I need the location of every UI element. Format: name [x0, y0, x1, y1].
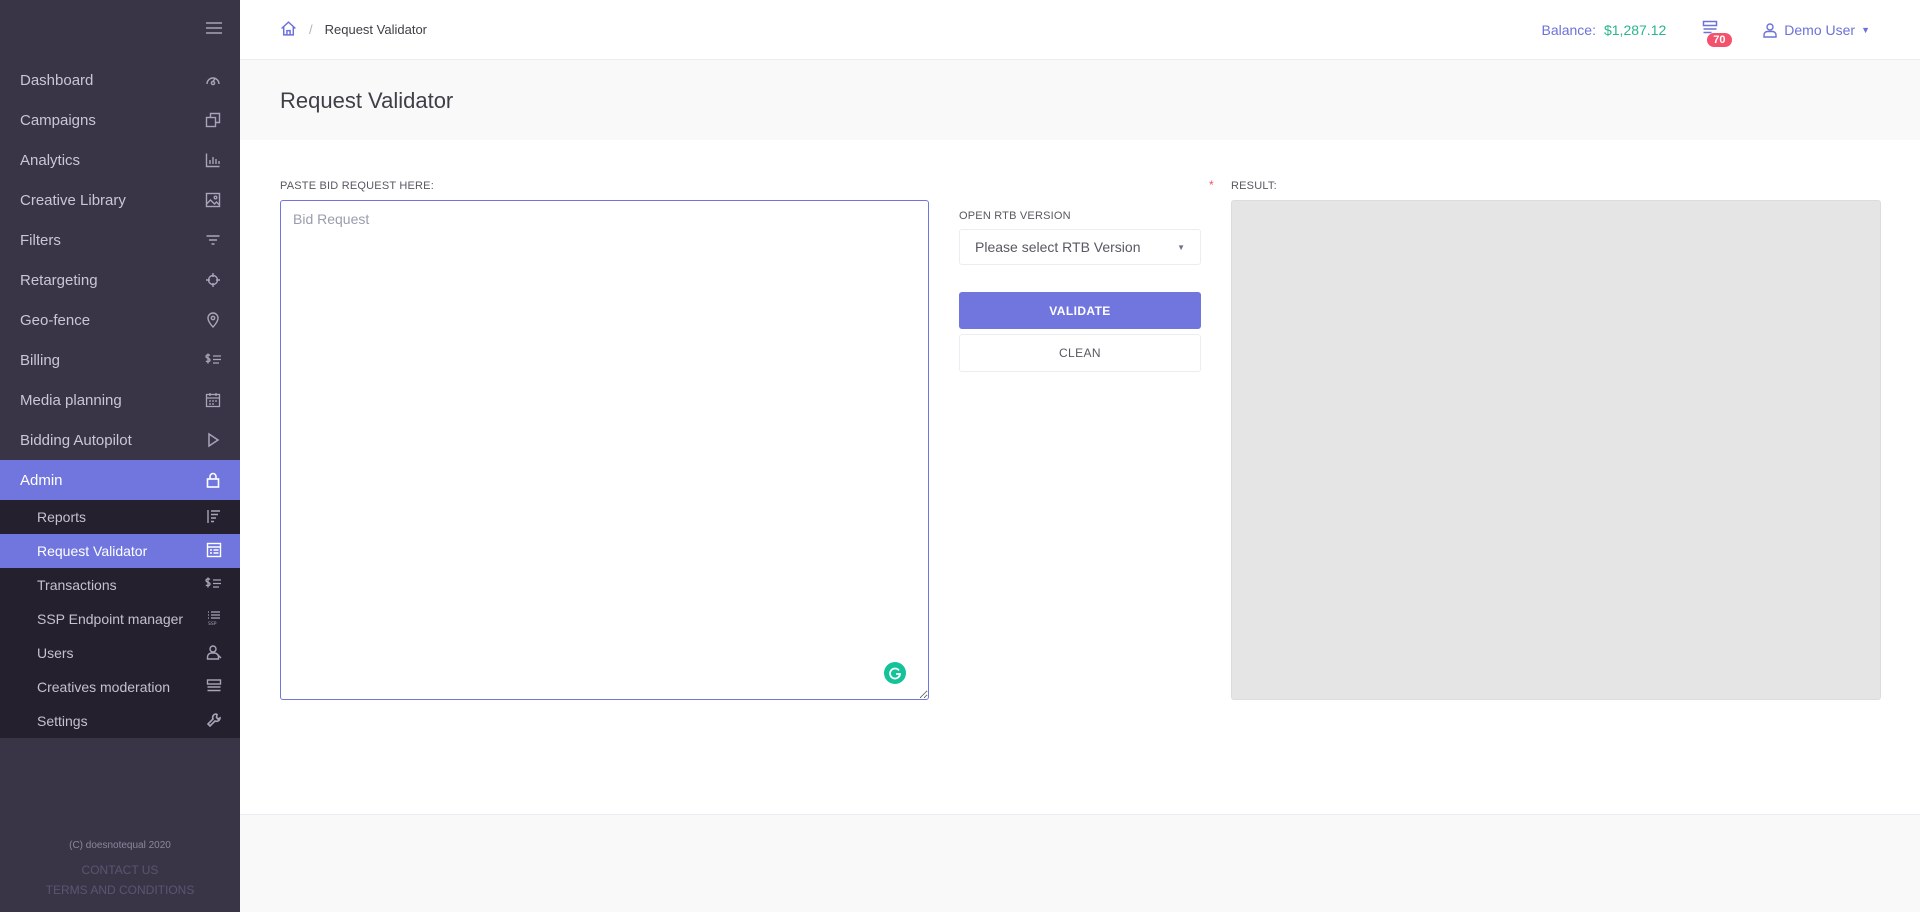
sidebar-item-users[interactable]: Users: [0, 636, 240, 670]
contact-link[interactable]: CONTACT US: [0, 860, 240, 880]
ssp-list-icon: SSP: [206, 610, 222, 629]
analytics-icon: [204, 151, 222, 169]
validate-button[interactable]: VALIDATE: [959, 292, 1201, 329]
sidebar-menu: Dashboard Campaigns Analytics Creative L…: [0, 60, 240, 738]
notification-badge: 70: [1707, 33, 1732, 47]
crosshair-icon: [204, 271, 222, 289]
sidebar-item-retargeting[interactable]: Retargeting: [0, 260, 240, 300]
sidebar-item-settings[interactable]: Settings: [0, 704, 240, 738]
result-output[interactable]: [1231, 200, 1881, 700]
page-footer-area: [240, 815, 1920, 912]
svg-text:SSP: SSP: [208, 621, 217, 626]
validator-panel: PASTE BID REQUEST HERE: * OPEN RTB VERSI…: [240, 140, 1920, 815]
sidebar-item-request-validator[interactable]: Request Validator: [0, 534, 240, 568]
calendar-icon: [204, 391, 222, 409]
dashboard-icon: [204, 71, 222, 89]
sidebar-item-label: Users: [37, 645, 74, 661]
rtb-version-value: Please select RTB Version: [975, 239, 1141, 255]
sidebar-item-label: Retargeting: [20, 271, 98, 289]
sidebar-item-ssp-endpoint-manager[interactable]: SSP Endpoint manager SSP: [0, 602, 240, 636]
topbar-right: Balance: $1,287.12 70 Demo User ▼: [1541, 0, 1870, 60]
balance-label: Balance:: [1541, 22, 1596, 38]
admin-submenu: Reports Request Validator Transactions S…: [0, 500, 240, 738]
sidebar: Dashboard Campaigns Analytics Creative L…: [0, 0, 240, 912]
breadcrumb: / Request Validator: [280, 20, 427, 40]
sidebar-item-label: Analytics: [20, 151, 81, 169]
subheader: Request Validator: [240, 60, 1920, 140]
sidebar-item-label: Request Validator: [37, 543, 148, 559]
clean-button[interactable]: CLEAN: [959, 334, 1201, 372]
user-name: Demo User: [1784, 22, 1856, 38]
sidebar-item-billing[interactable]: Billing: [0, 340, 240, 380]
image-icon: [204, 191, 222, 209]
moderation-icon: [206, 678, 222, 697]
page-title: Request Validator: [280, 88, 454, 113]
sidebar-item-label: Bidding Autopilot: [20, 431, 132, 449]
location-pin-icon: [204, 311, 222, 329]
sidebar-item-label: Settings: [37, 713, 88, 729]
validator-icon: [206, 542, 222, 561]
sidebar-item-label: Creative Library: [20, 191, 126, 209]
terms-link[interactable]: TERMS AND CONDITIONS: [0, 880, 240, 900]
users-icon: [206, 644, 222, 663]
menu-toggle-icon[interactable]: [206, 22, 222, 36]
bid-request-input[interactable]: [280, 200, 929, 700]
required-mark: *: [1209, 178, 1214, 192]
sidebar-item-transactions[interactable]: Transactions: [0, 568, 240, 602]
sidebar-item-label: Reports: [37, 509, 87, 525]
rtb-version-label: OPEN RTB VERSION: [959, 210, 1071, 222]
sidebar-item-creatives-moderation[interactable]: Creatives moderation: [0, 670, 240, 704]
sidebar-item-label: Geo-fence: [20, 311, 91, 329]
breadcrumb-separator: /: [309, 22, 313, 37]
sidebar-item-label: Transactions: [37, 577, 117, 593]
sidebar-item-creative-library[interactable]: Creative Library: [0, 180, 240, 220]
home-icon[interactable]: [280, 20, 297, 40]
reports-icon: [206, 508, 222, 527]
wrench-icon: [206, 712, 222, 731]
billing-icon: [204, 351, 222, 369]
user-menu[interactable]: Demo User ▼: [1762, 22, 1870, 38]
grammarly-icon[interactable]: [884, 662, 906, 684]
sidebar-item-reports[interactable]: Reports: [0, 500, 240, 534]
play-icon: [204, 431, 222, 449]
bid-request-label: PASTE BID REQUEST HERE:: [280, 180, 434, 192]
sidebar-item-label: Media planning: [20, 391, 122, 409]
sidebar-item-label: Dashboard: [20, 71, 94, 89]
sidebar-item-bidding-autopilot[interactable]: Bidding Autopilot: [0, 420, 240, 460]
sidebar-item-geo-fence[interactable]: Geo-fence: [0, 300, 240, 340]
sidebar-item-media-planning[interactable]: Media planning: [0, 380, 240, 420]
notifications-button[interactable]: 70: [1702, 20, 1732, 47]
campaigns-icon: [204, 111, 222, 129]
balance-value: $1,287.12: [1603, 22, 1667, 38]
chevron-down-icon: ▼: [1861, 25, 1870, 35]
sidebar-item-label: Campaigns: [20, 111, 96, 129]
sidebar-item-label: SSP Endpoint manager: [37, 611, 184, 627]
sidebar-item-label: Billing: [20, 351, 61, 369]
breadcrumb-current: Request Validator: [324, 22, 427, 37]
sidebar-footer: (C) doesnotequal 2020 CONTACT US TERMS A…: [0, 836, 240, 900]
sidebar-item-campaigns[interactable]: Campaigns: [0, 100, 240, 140]
rtb-version-select[interactable]: Please select RTB Version ▼: [959, 229, 1201, 265]
result-label: RESULT:: [1231, 180, 1277, 192]
sidebar-item-filters[interactable]: Filters: [0, 220, 240, 260]
filter-icon: [204, 231, 222, 249]
copyright-text: (C) doesnotequal 2020: [69, 840, 171, 851]
transactions-icon: [204, 576, 222, 595]
chevron-down-icon: ▼: [1177, 242, 1185, 252]
sidebar-item-admin[interactable]: Admin: [0, 460, 240, 500]
sidebar-item-label: Admin: [20, 471, 63, 489]
user-icon: [1763, 23, 1777, 38]
sidebar-item-dashboard[interactable]: Dashboard: [0, 60, 240, 100]
sidebar-item-label: Creatives moderation: [37, 679, 171, 695]
sidebar-item-label: Filters: [20, 231, 61, 249]
sidebar-item-analytics[interactable]: Analytics: [0, 140, 240, 180]
topbar: / Request Validator Balance: $1,287.12 7…: [240, 0, 1920, 60]
lock-icon: [204, 471, 222, 489]
